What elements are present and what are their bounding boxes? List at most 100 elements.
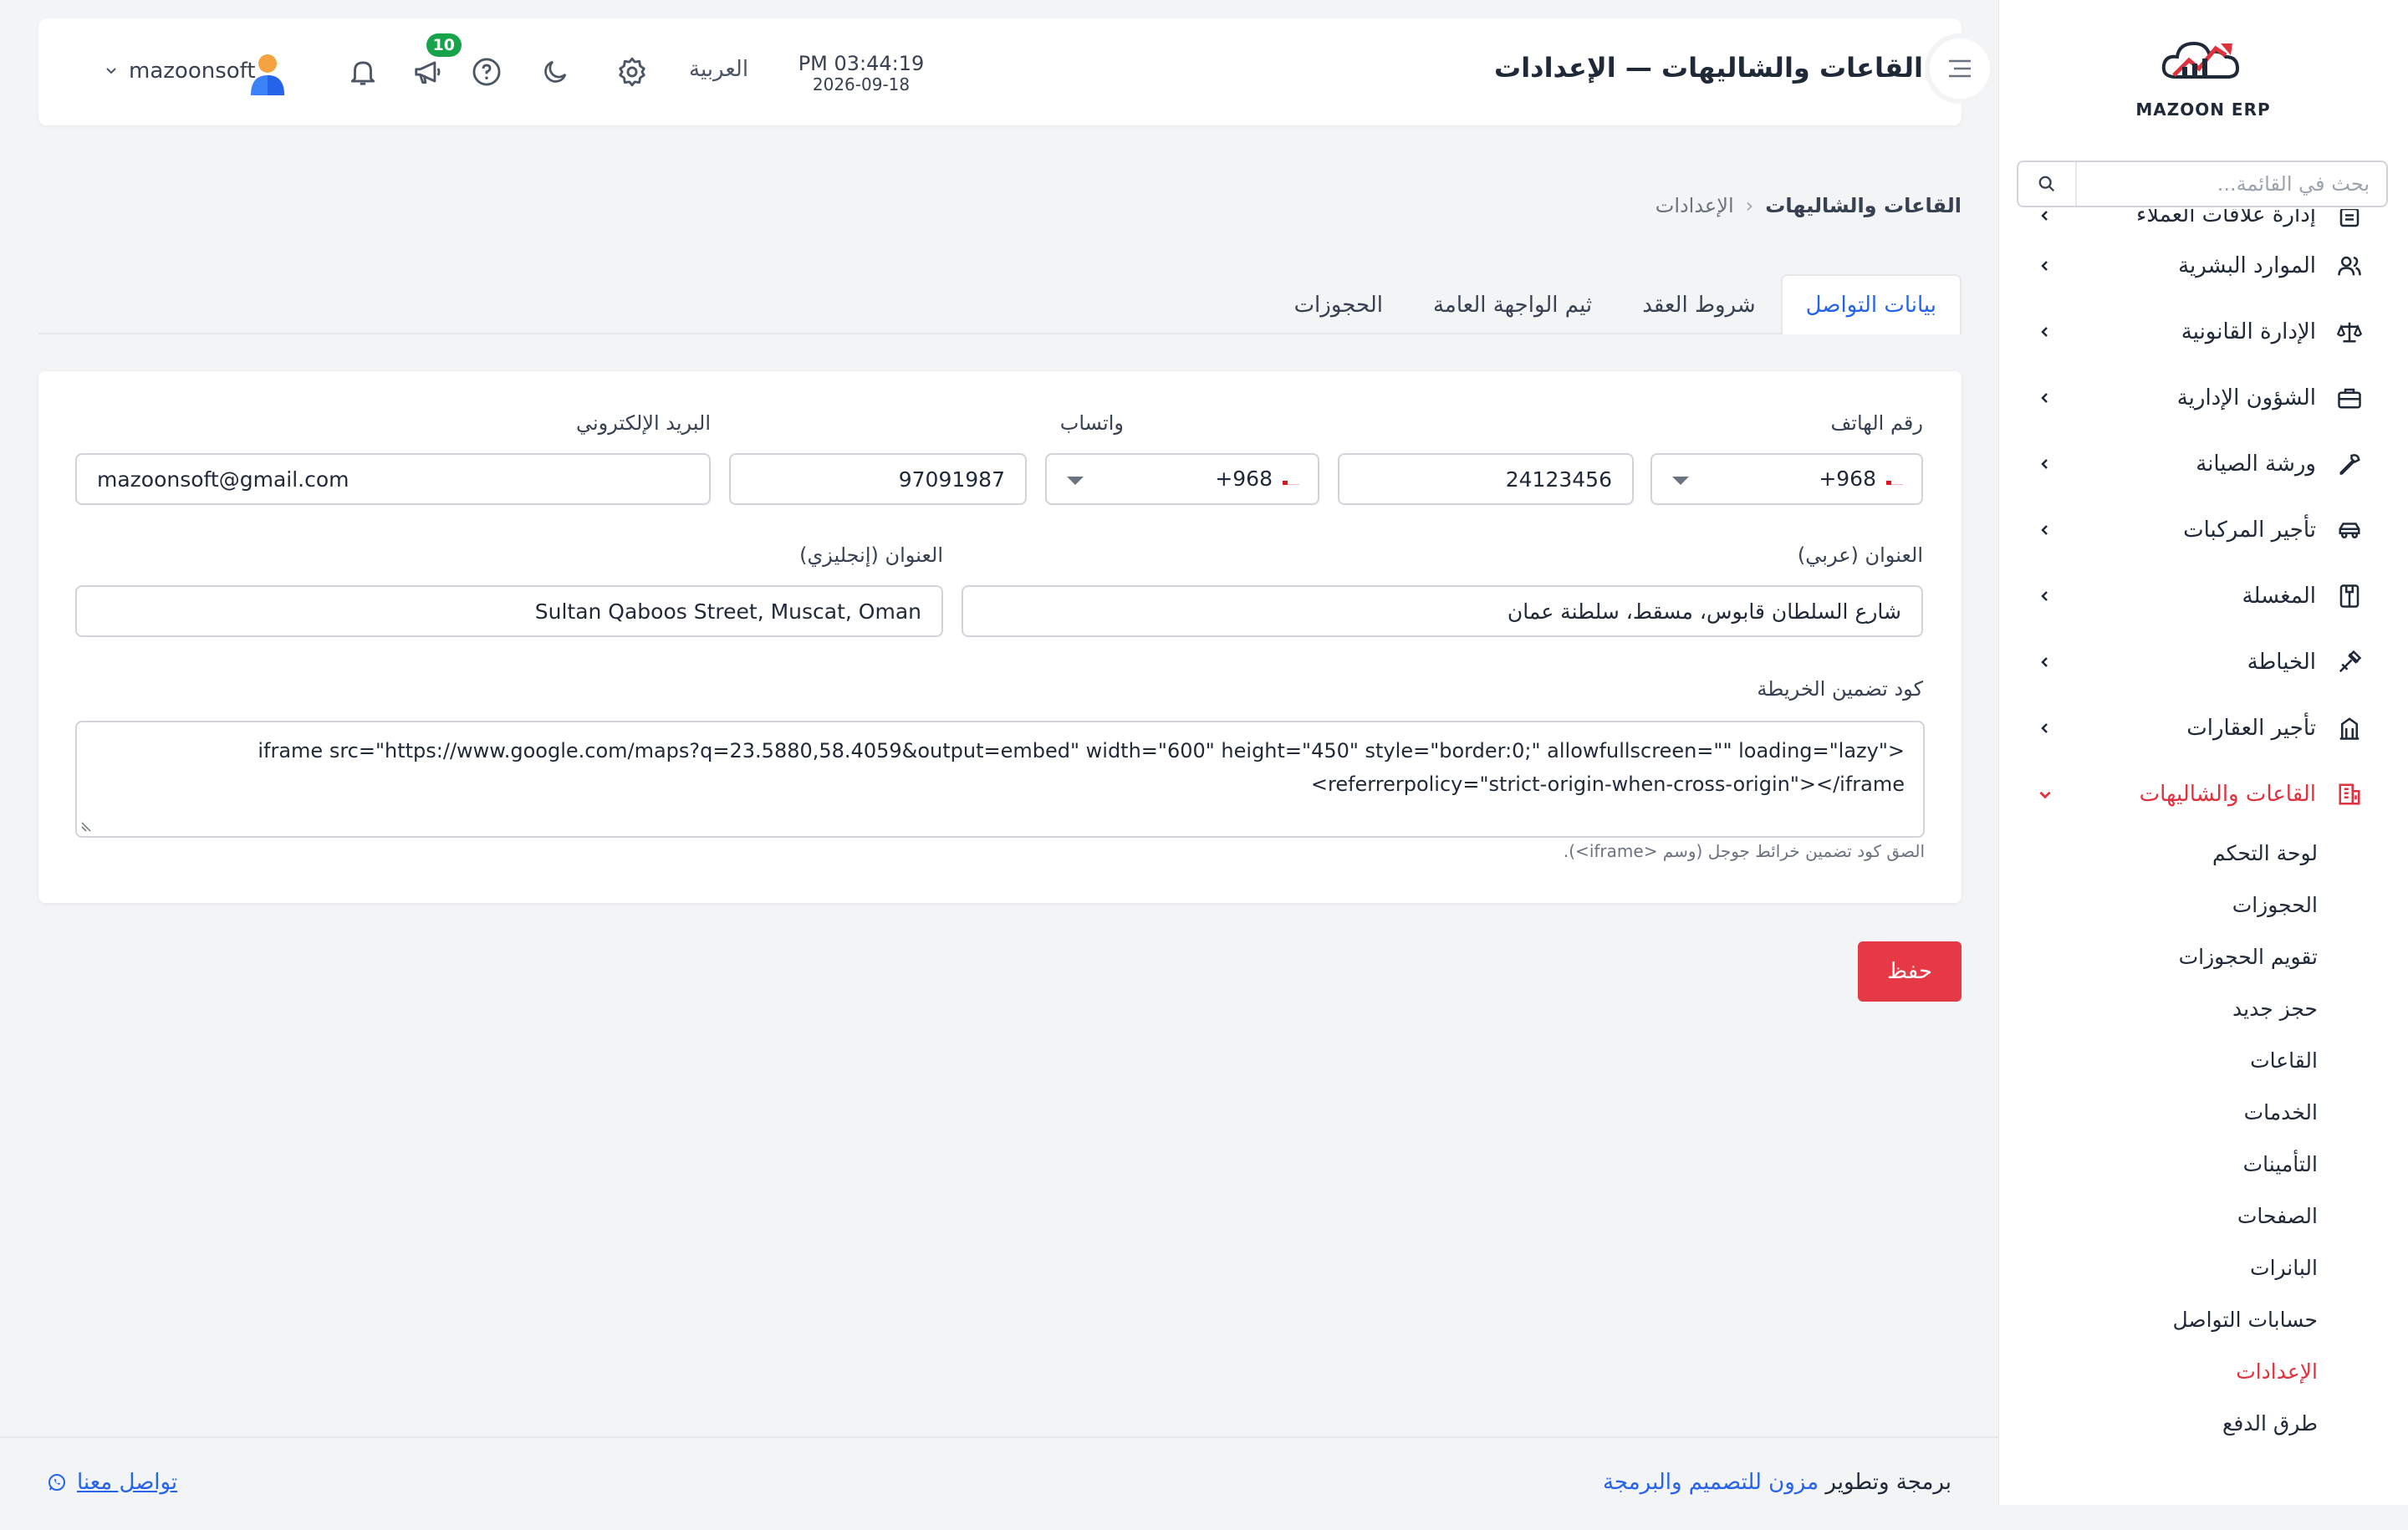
users-icon xyxy=(2334,251,2365,281)
submenu-item-new-booking[interactable]: حجز جديد xyxy=(1998,982,2318,1034)
brand-name: MAZOON ERP xyxy=(2135,99,2271,120)
help-circle-icon[interactable] xyxy=(470,55,503,89)
language-switcher[interactable]: العربية xyxy=(689,57,748,82)
sewing-icon xyxy=(2334,647,2365,677)
sidebar-item-label: تأجير المركبات xyxy=(2183,517,2316,543)
breadcrumb: القاعات والشاليهات ‹ الإعدادات xyxy=(1656,194,1962,217)
whatsapp-country-code-select[interactable]: +968 xyxy=(1045,453,1319,505)
tab-public-theme[interactable]: ثيم الواجهة العامة xyxy=(1408,274,1617,334)
chevron-left-icon xyxy=(2032,583,2059,609)
briefcase-icon xyxy=(2334,383,2365,413)
address-ar-input[interactable]: شارع السلطان قابوس، مسقط، سلطنة عمان xyxy=(962,585,1923,637)
map-embed-textarea[interactable]: <iframe src="https://www.google.com/maps… xyxy=(75,721,1925,838)
submenu-item-deposits[interactable]: التأمينات xyxy=(1998,1138,2318,1190)
footer-credit-prefix: برمجة وتطوير xyxy=(1825,1470,1951,1495)
phone-label: رقم الهاتف xyxy=(1830,411,1923,435)
chevron-left-icon xyxy=(2032,649,2059,676)
phone-number-input[interactable]: 24123456 xyxy=(1338,453,1634,505)
oman-flag-icon xyxy=(1886,473,1903,485)
user-menu[interactable]: mazoonsoft xyxy=(105,59,256,84)
address-ar-label: العنوان (عربي) xyxy=(1797,543,1923,567)
submenu-item-social-accounts[interactable]: حسابات التواصل xyxy=(1998,1293,2318,1345)
email-input[interactable]: mazoonsoft@gmail.com xyxy=(75,453,711,505)
sidebar-item-halls[interactable]: القاعات والشاليهات xyxy=(1998,761,2408,827)
tab-contact-info[interactable]: بيانات التواصل xyxy=(1780,274,1962,334)
email-label: البريد الإلكتروني xyxy=(575,411,711,435)
sidebar-menu: إدارة علاقات العملاء الموارد البشرية الإ… xyxy=(1998,209,2408,1497)
sidebar-item-tailoring[interactable]: الخياطة xyxy=(1998,629,2408,695)
chevron-down-icon xyxy=(106,68,116,74)
wrench-icon xyxy=(2334,449,2365,479)
settings-tabs: بيانات التواصل شروط العقد ثيم الواجهة ال… xyxy=(38,274,1962,334)
page-title: القاعات والشاليهات — الإعدادات xyxy=(1494,52,1923,84)
whatsapp-label: واتساب xyxy=(1059,411,1124,435)
sidebar-search-input[interactable] xyxy=(2077,162,2386,206)
submenu-item-booking-calendar[interactable]: تقويم الحجوزات xyxy=(1998,931,2318,982)
sidebar-item-admin[interactable]: الشؤون الإدارية xyxy=(1998,365,2408,431)
phone-country-code-select[interactable]: +968 xyxy=(1650,453,1923,505)
header-clock: PM 03:44:19 2026-09-18 xyxy=(794,52,928,94)
address-en-input[interactable]: Sultan Qaboos Street, Muscat, Oman xyxy=(75,585,943,637)
car-icon xyxy=(2334,515,2365,545)
laundry-icon xyxy=(2334,581,2365,611)
sidebar-item-hr[interactable]: الموارد البشرية xyxy=(1998,232,2408,298)
sidebar-item-crm[interactable]: إدارة علاقات العملاء xyxy=(1998,209,2408,232)
footer-credit-link[interactable]: مزون للتصميم والبرمجة xyxy=(1603,1470,1819,1495)
address-en-label: العنوان (إنجليزي) xyxy=(799,543,943,567)
breadcrumb-current: الإعدادات xyxy=(1655,194,1734,217)
submenu-item-payment-methods[interactable]: طرق الدفع xyxy=(1998,1397,2318,1449)
logo-cloud-icon xyxy=(2161,41,2240,79)
chevron-left-icon xyxy=(2032,715,2059,742)
chevron-left-icon xyxy=(2032,451,2059,477)
save-button[interactable]: حفظ xyxy=(1858,941,1962,1002)
tab-contract-terms[interactable]: شروط العقد xyxy=(1617,274,1780,334)
notifications-badge: 10 xyxy=(426,33,462,57)
search-icon[interactable] xyxy=(2018,162,2077,206)
menu-toggle-icon[interactable] xyxy=(1925,33,1995,104)
contact-us-label: تواصل معنا xyxy=(77,1470,178,1495)
sidebar-item-label: الخياطة xyxy=(2247,649,2316,675)
submenu-item-banners[interactable]: البانرات xyxy=(1998,1242,2318,1293)
megaphone-icon[interactable]: 10 xyxy=(411,33,462,89)
resize-grip-icon[interactable] xyxy=(80,819,94,833)
chevron-left-icon xyxy=(2032,252,2059,279)
submenu-item-services[interactable]: الخدمات xyxy=(1998,1086,2318,1138)
sidebar-item-vehicles[interactable]: تأجير المركبات xyxy=(1998,497,2408,563)
sidebar-item-laundry[interactable]: المغسلة xyxy=(1998,563,2408,629)
chevron-left-icon xyxy=(2032,209,2059,229)
sidebar: MAZOON ERP إدارة علاقات العملاء الموارد … xyxy=(1998,0,2408,1505)
top-header: القاعات والشاليهات — الإعدادات PM 03:44:… xyxy=(38,18,1962,125)
chevron-down-icon xyxy=(2032,781,2059,808)
clock-time: PM 03:44:19 xyxy=(798,52,925,75)
moon-icon[interactable] xyxy=(538,55,572,89)
chevron-left-icon: ‹ xyxy=(1745,194,1754,217)
chevron-left-icon xyxy=(2032,517,2059,543)
sidebar-item-label: الإدارة القانونية xyxy=(2181,319,2316,344)
brand-logo[interactable]: MAZOON ERP xyxy=(2128,33,2278,120)
bell-icon[interactable] xyxy=(346,55,380,89)
submenu-item-pages[interactable]: الصفحات xyxy=(1998,1190,2318,1242)
submenu-item-dashboard[interactable]: لوحة التحكم xyxy=(1998,827,2318,879)
submenu-item-halls[interactable]: القاعات xyxy=(1998,1034,2318,1086)
submenu-item-settings[interactable]: الإعدادات xyxy=(1998,1345,2318,1397)
sidebar-item-workshop[interactable]: ورشة الصيانة xyxy=(1998,431,2408,497)
sidebar-item-label: الموارد البشرية xyxy=(2178,252,2316,278)
whatsapp-country-code: +968 xyxy=(1215,467,1299,491)
contact-us-link[interactable]: تواصل معنا xyxy=(47,1470,177,1495)
page-footer: برمجة وتطوير مزون للتصميم والبرمجة تواصل… xyxy=(0,1436,1998,1530)
dropdown-caret-icon xyxy=(1672,477,1689,485)
crm-icon xyxy=(2334,209,2365,232)
map-embed-label: كود تضمين الخريطة xyxy=(1757,677,1923,701)
settings-gear-icon[interactable] xyxy=(615,55,649,89)
sidebar-item-label: إدارة علاقات العملاء xyxy=(2135,209,2316,227)
sidebar-item-label: الشؤون الإدارية xyxy=(2176,385,2316,411)
breadcrumb-parent[interactable]: القاعات والشاليهات xyxy=(1765,194,1962,217)
oman-flag-icon xyxy=(1283,473,1299,485)
halls-icon xyxy=(2334,779,2365,809)
tab-bookings[interactable]: الحجوزات xyxy=(1269,274,1408,334)
sidebar-item-legal[interactable]: الإدارة القانونية xyxy=(1998,298,2408,365)
map-embed-hint: الصق كود تضمين خرائط جوجل (وسم <iframe>)… xyxy=(1563,841,1925,861)
submenu-item-bookings[interactable]: الحجوزات xyxy=(1998,879,2318,931)
whatsapp-number-input[interactable]: 97091987 xyxy=(729,453,1027,505)
sidebar-item-real-estate[interactable]: تأجير العقارات xyxy=(1998,695,2408,761)
